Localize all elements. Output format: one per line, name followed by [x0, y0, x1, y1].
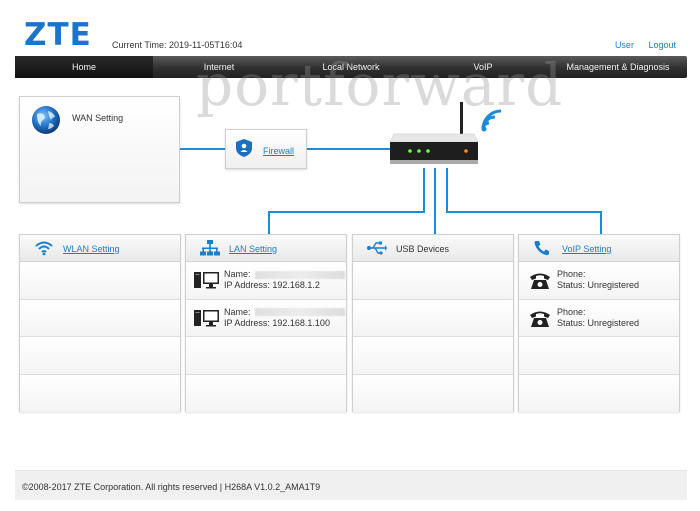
logout-link[interactable]: Logout	[648, 40, 676, 50]
wan-setting-label: WAN Setting	[72, 113, 124, 123]
connection-line	[268, 211, 425, 213]
device-ip-value: 192.168.1.100	[272, 317, 330, 328]
list-item	[186, 374, 346, 412]
status-label: Status:	[557, 280, 586, 290]
voip-panel-header: VoIP Setting	[519, 235, 679, 262]
list-item	[20, 299, 180, 337]
device-ip-label: IP Address:	[224, 317, 270, 328]
list-item	[519, 374, 679, 412]
current-time-value: 2019-11-05T16:04	[169, 40, 243, 50]
wifi-icon	[35, 241, 53, 256]
footer: ©2008-2017 ZTE Corporation. All rights r…	[15, 470, 687, 500]
device-ip-label: IP Address:	[224, 280, 270, 290]
computer-icon	[194, 272, 219, 289]
device-name-label: Name:	[224, 306, 251, 317]
connection-line	[600, 211, 602, 235]
phone-label: Phone:	[557, 269, 586, 279]
wan-setting-card[interactable]: WAN Setting	[19, 96, 180, 203]
connection-line	[446, 211, 602, 213]
wlan-panel: WLAN Setting	[19, 234, 181, 412]
nav-home[interactable]: Home	[15, 56, 153, 78]
firewall-link[interactable]: Firewall	[263, 146, 294, 156]
list-item	[186, 337, 346, 375]
wlan-panel-header: WLAN Setting	[20, 235, 180, 262]
status-label: Status:	[557, 317, 586, 328]
list-item	[20, 262, 180, 300]
nav-local-network[interactable]: Local Network	[285, 56, 417, 78]
voip-setting-link[interactable]: VoIP Setting	[562, 244, 611, 254]
connection-line	[434, 168, 436, 236]
status-value: Unregistered	[587, 280, 640, 290]
usb-panel: USB Devices	[352, 234, 514, 412]
list-item	[353, 374, 513, 412]
top-links: User Logout	[603, 40, 676, 50]
lan-device-row: Name: IP Address: 192.168.1.100	[186, 299, 346, 337]
list-item	[353, 262, 513, 300]
device-ip-value: 192.168.1.2	[272, 280, 320, 290]
list-item	[20, 374, 180, 412]
user-link[interactable]: User	[615, 40, 634, 50]
current-time-label: Current Time:	[112, 40, 167, 50]
list-item	[353, 299, 513, 337]
footer-copyright: ©2008-2017 ZTE Corporation. All rights r…	[22, 482, 321, 492]
usb-devices-label: USB Devices	[396, 244, 450, 254]
device-name-value	[254, 308, 345, 317]
list-item	[353, 337, 513, 375]
wlan-setting-link[interactable]: WLAN Setting	[63, 244, 120, 254]
zte-logo: ZTE	[24, 17, 92, 53]
telephone-icon	[530, 311, 550, 327]
nav-voip[interactable]: VoIP	[417, 56, 549, 78]
list-item	[20, 337, 180, 375]
usb-panel-header: USB Devices	[353, 235, 513, 262]
telephone-icon	[530, 273, 550, 289]
device-name-label: Name:	[224, 269, 251, 279]
main-nav: Home Internet Local Network VoIP Managem…	[15, 56, 687, 78]
nav-management-diagnosis[interactable]: Management & Diagnosis	[549, 56, 687, 78]
lan-panel-header: LAN Setting	[186, 235, 346, 262]
voip-line-row: Phone: Status: Unregistered	[519, 299, 679, 337]
voip-line-row: Phone: Status: Unregistered	[519, 262, 679, 300]
lan-setting-link[interactable]: LAN Setting	[229, 244, 277, 254]
voip-panel: VoIP Setting Phone: Status: Unregistered…	[518, 234, 680, 412]
router-icon	[389, 102, 502, 164]
lan-device-row: Name: IP Address: 192.168.1.2	[186, 262, 346, 300]
device-name-value	[254, 270, 345, 279]
connection-line	[180, 148, 225, 150]
nav-internet[interactable]: Internet	[153, 56, 285, 78]
shield-icon	[236, 139, 252, 157]
computer-icon	[194, 309, 219, 326]
phone-icon	[534, 241, 549, 256]
lan-panel: LAN Setting Name: IP Address: 192.168.1.…	[185, 234, 347, 412]
firewall-card: Firewall	[225, 129, 307, 169]
network-icon	[200, 240, 220, 256]
current-time: Current Time: 2019-11-05T16:04	[112, 40, 242, 50]
globe-icon	[32, 106, 60, 134]
connection-line	[307, 148, 395, 150]
connection-line	[268, 211, 270, 235]
phone-label: Phone:	[557, 306, 586, 317]
status-value: Unregistered	[587, 317, 640, 328]
list-item	[519, 337, 679, 375]
usb-icon	[367, 241, 387, 255]
